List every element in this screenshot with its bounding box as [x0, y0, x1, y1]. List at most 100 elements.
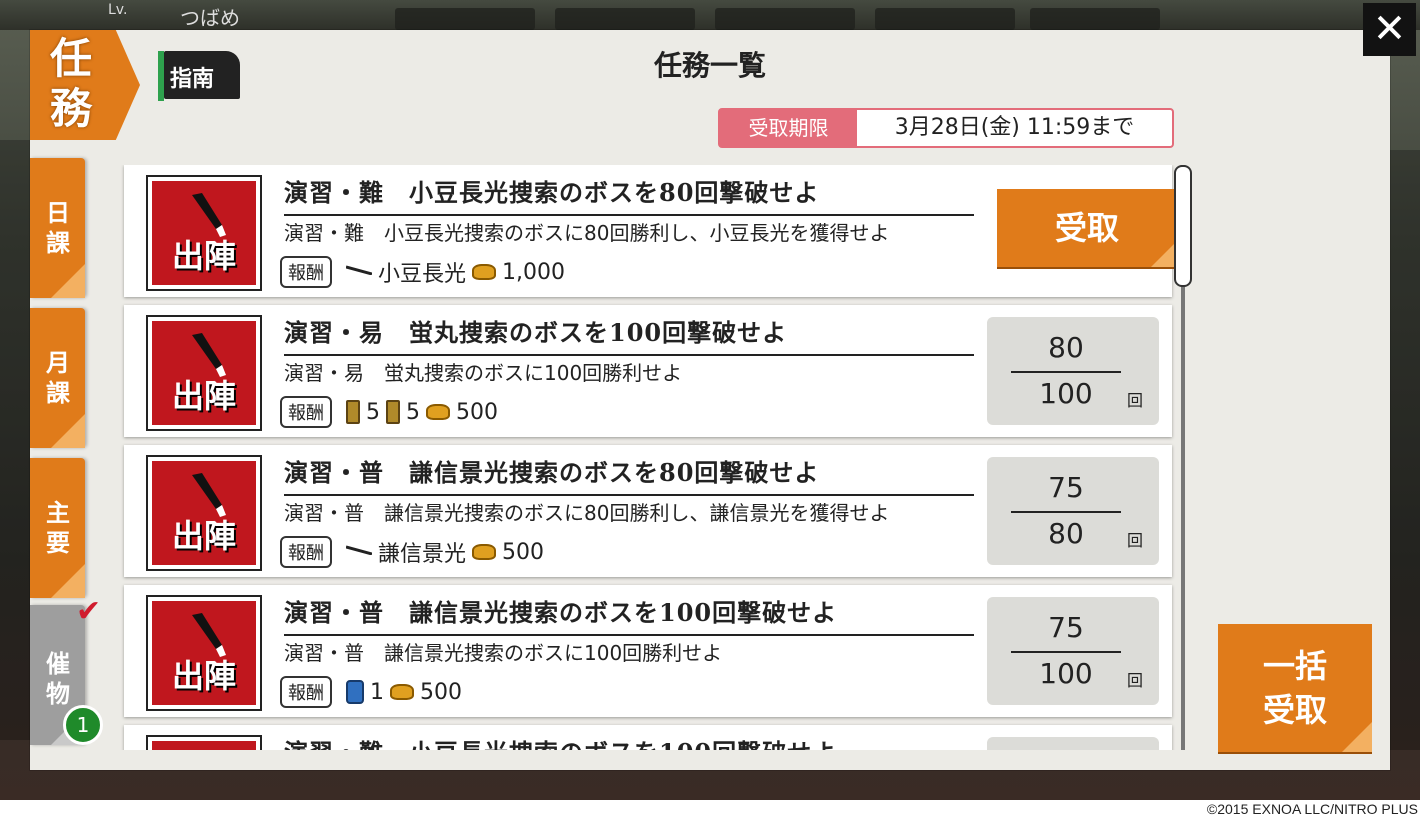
progress-unit: 回	[1127, 671, 1144, 690]
bg-decoration	[0, 140, 30, 740]
reward-label: 報酬	[280, 676, 332, 708]
quest-rewards: 報酬 1 500	[280, 675, 462, 709]
reward-label: 報酬	[280, 256, 332, 288]
quest-category-badge: 任務	[30, 30, 140, 140]
sortie-label: 出陣	[171, 517, 236, 555]
reward-text: 小豆長光	[378, 262, 467, 287]
quest-row: 出陣 演習・難 小豆長光捜索のボスを80回撃破せよ 演習・難 小豆長光捜索のボス…	[124, 165, 1177, 297]
box-icon	[346, 400, 360, 424]
tab-corner	[51, 264, 85, 298]
progress-total: 100	[1039, 377, 1093, 410]
sword-icon	[346, 265, 372, 275]
resource-pill	[1030, 8, 1160, 30]
quest-row: 演習・難 小豆長光捜索のボスを100回撃破せよ	[124, 725, 1172, 750]
quest-rewards: 報酬 小豆長光 1,000	[280, 255, 565, 289]
sortie-label: 出陣	[171, 237, 236, 275]
progress-counter: 80 100 回	[987, 317, 1159, 425]
quest-title: 演習・普 謙信景光捜索のボスを80回撃破せよ	[284, 453, 974, 496]
close-button[interactable]: ✕	[1363, 3, 1416, 56]
koban-icon	[390, 684, 414, 700]
deadline-value: 3月28日(金) 11:59まで	[894, 115, 1135, 140]
progress-counter	[987, 737, 1159, 750]
tab-corner	[51, 414, 85, 448]
progress-current: 75	[1048, 611, 1084, 644]
sortie-label: 出陣	[171, 657, 236, 695]
deadline-label: 受取期限	[720, 110, 857, 146]
sortie-icon	[146, 735, 262, 750]
notification-badge: 1	[63, 705, 103, 745]
progress-counter: 75 100 回	[987, 597, 1159, 705]
quest-row: 出陣 演習・普 謙信景光捜索のボスを80回撃破せよ 演習・普 謙信景光捜索のボス…	[124, 445, 1172, 577]
reward-text: 謙信景光	[378, 542, 467, 567]
resource-bar: Lv. つばめ	[0, 0, 1420, 30]
sortie-label: 出陣	[171, 377, 236, 415]
quest-title: 演習・難 小豆長光捜索のボスを100回撃破せよ	[284, 733, 974, 750]
quest-row: 出陣 演習・普 謙信景光捜索のボスを100回撃破せよ 演習・普 謙信景光捜索のボ…	[124, 585, 1172, 717]
progress-current: 80	[1048, 331, 1084, 364]
reward-text: 5	[406, 399, 420, 425]
koban-icon	[472, 544, 497, 560]
player-name: つばめ	[180, 6, 240, 30]
tab-corner	[51, 564, 85, 598]
progress-unit: 回	[1127, 531, 1144, 550]
bulk-claim-button[interactable]: 一括 受取	[1218, 624, 1372, 752]
button-corner	[1342, 722, 1372, 752]
reward-text: 500	[502, 539, 545, 565]
progress-divider	[1011, 511, 1121, 513]
tab-main[interactable]: 主要	[30, 458, 85, 598]
quest-description: 演習・普 謙信景光捜索のボスに100回勝利せよ	[284, 641, 723, 665]
quest-title: 演習・難 小豆長光捜索のボスを80回撃破せよ	[284, 173, 974, 216]
sortie-icon: 出陣	[146, 175, 262, 291]
quest-description: 演習・普 謙信景光捜索のボスに80回勝利し、謙信景光を獲得せよ	[284, 501, 890, 525]
progress-total: 100	[1039, 657, 1093, 690]
quest-row: 出陣 演習・易 蛍丸捜索のボスを100回撃破せよ 演習・易 蛍丸捜索のボスに10…	[124, 305, 1172, 437]
check-icon: ✔	[76, 594, 102, 629]
progress-divider	[1011, 651, 1121, 653]
progress-current: 75	[1048, 471, 1084, 504]
level-label: Lv.	[108, 2, 128, 18]
sortie-icon: 出陣	[146, 315, 262, 431]
reward-text: 1,000	[502, 259, 565, 285]
progress-unit: 回	[1127, 391, 1144, 410]
tab-label: 日課	[46, 198, 70, 257]
reward-text: 5	[366, 399, 380, 425]
progress-divider	[1011, 371, 1121, 373]
bulk-claim-line-1: 一括	[1262, 647, 1327, 685]
koban-icon	[426, 404, 450, 420]
deadline-box: 受取期限 3月28日(金) 11:59まで	[718, 108, 1174, 148]
claim-label: 受取	[1054, 209, 1119, 247]
bg-decoration	[1390, 150, 1420, 750]
reward-text: 500	[456, 399, 498, 425]
reward-text: 500	[420, 679, 462, 705]
guide-button[interactable]: 指南	[158, 51, 240, 101]
quest-rewards: 報酬 5 5 500	[280, 395, 498, 429]
tab-label: 催物	[46, 649, 70, 708]
badge-text: 任務	[49, 34, 92, 133]
claim-button[interactable]: 受取	[997, 189, 1177, 267]
list-scrollbar[interactable]	[1172, 165, 1194, 750]
resource-pill	[555, 8, 695, 30]
progress-total: 80	[1048, 517, 1084, 550]
resource-pill	[875, 8, 1015, 30]
guide-label: 指南	[170, 66, 215, 92]
bag-icon	[346, 680, 364, 704]
copyright-text: ©2015 EXNOA LLC/NITRO PLUS	[1206, 801, 1418, 817]
quest-description: 演習・易 蛍丸捜索のボスに100回勝利せよ	[284, 361, 683, 385]
reward-label: 報酬	[280, 396, 332, 428]
quest-list[interactable]: 出陣 演習・難 小豆長光捜索のボスを80回撃破せよ 演習・難 小豆長光捜索のボス…	[120, 165, 1180, 750]
tab-monthly[interactable]: 月課	[30, 308, 85, 448]
sortie-icon: 出陣	[146, 455, 262, 571]
resource-pill	[395, 8, 535, 30]
sword-icon	[346, 545, 372, 555]
page-title: 任務一覧	[653, 49, 766, 82]
tab-label: 主要	[46, 498, 70, 557]
tab-label: 月課	[46, 348, 70, 407]
quest-title: 演習・普 謙信景光捜索のボスを100回撃破せよ	[284, 593, 974, 636]
progress-counter: 75 80 回	[987, 457, 1159, 565]
scroll-thumb[interactable]	[1174, 165, 1192, 287]
sortie-icon: 出陣	[146, 595, 262, 711]
tab-daily[interactable]: 日課	[30, 158, 85, 298]
reward-label: 報酬	[280, 536, 332, 568]
quest-rewards: 報酬 謙信景光 500	[280, 535, 544, 569]
quest-description: 演習・難 小豆長光捜索のボスに80回勝利し、小豆長光を獲得せよ	[284, 221, 890, 245]
